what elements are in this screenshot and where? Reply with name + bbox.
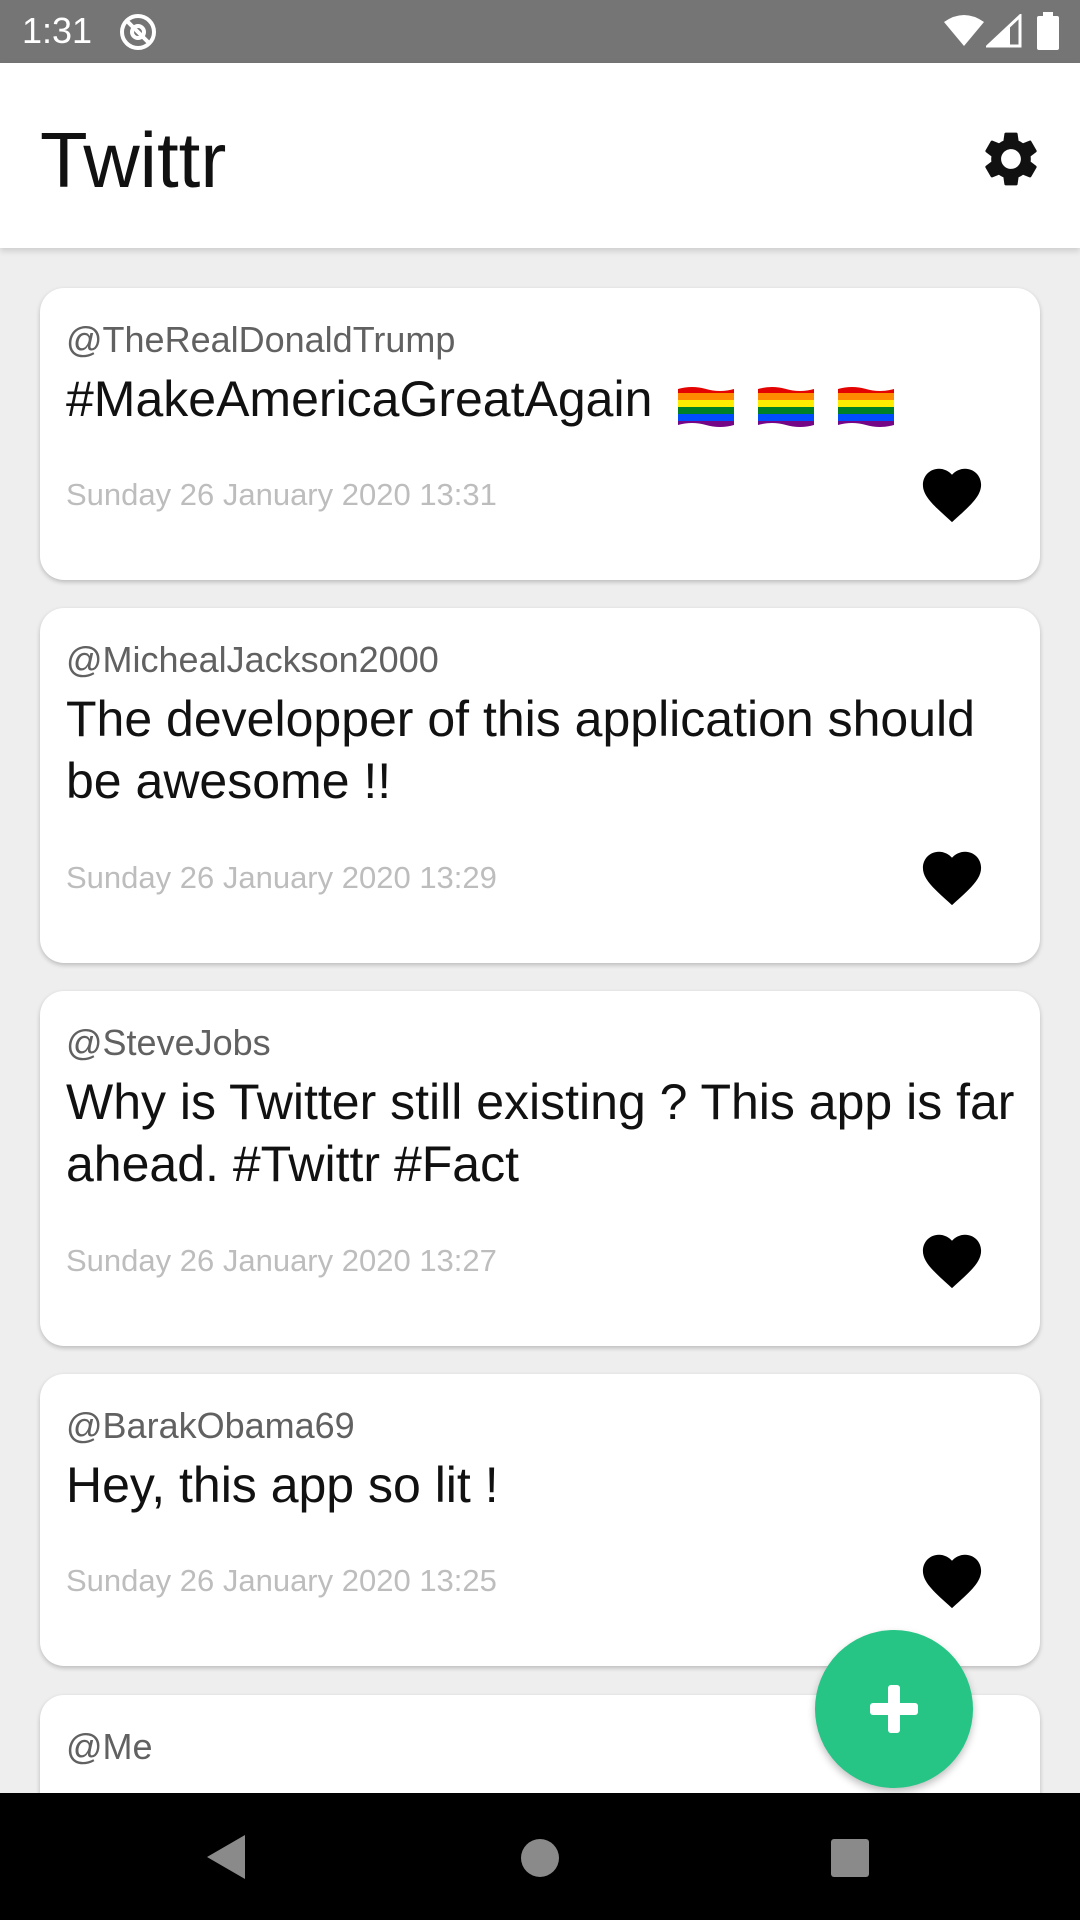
rainbow-flag-icon bbox=[836, 385, 896, 429]
compose-tweet-button[interactable] bbox=[815, 1630, 973, 1788]
tweet-handle: @SteveJobs bbox=[66, 1022, 271, 1063]
status-bar: 1:31 bbox=[0, 0, 1080, 63]
heart-icon[interactable] bbox=[916, 1226, 988, 1290]
app-title: Twittr bbox=[40, 116, 227, 204]
tweet-card[interactable]: @TheRealDonaldTrump #MakeAmericaGreatAga… bbox=[40, 288, 1040, 580]
rainbow-flag-icon bbox=[676, 385, 736, 429]
tweet-text-content: #MakeAmericaGreatAgain bbox=[66, 371, 653, 427]
tweet-handle: @TheRealDonaldTrump bbox=[66, 319, 456, 360]
tweet-text: #MakeAmericaGreatAgain bbox=[66, 368, 1016, 434]
tweet-timestamp: Sunday 26 January 2020 13:29 bbox=[66, 860, 497, 895]
plus-icon bbox=[870, 1685, 918, 1733]
app-bar: Twittr bbox=[0, 63, 1080, 248]
tweet-timestamp: Sunday 26 January 2020 13:27 bbox=[66, 1243, 497, 1278]
rainbow-flag-icon bbox=[756, 385, 816, 429]
tweet-feed[interactable]: @TheRealDonaldTrump #MakeAmericaGreatAga… bbox=[0, 248, 1080, 1793]
gear-icon[interactable] bbox=[978, 126, 1044, 192]
wifi-icon bbox=[944, 15, 984, 46]
home-icon[interactable] bbox=[520, 1838, 560, 1878]
status-time: 1:31 bbox=[22, 10, 93, 51]
back-icon[interactable] bbox=[205, 1833, 249, 1881]
heart-icon[interactable] bbox=[916, 1546, 988, 1610]
tweet-handle: @MichealJackson2000 bbox=[66, 639, 439, 680]
tweet-card[interactable]: @MichealJackson2000 The developper of th… bbox=[40, 608, 1040, 963]
tweet-handle: @BarakObama69 bbox=[66, 1405, 355, 1446]
navigation-bar bbox=[0, 1793, 1080, 1920]
heart-icon[interactable] bbox=[916, 843, 988, 907]
tweet-timestamp: Sunday 26 January 2020 13:31 bbox=[66, 477, 497, 512]
flag-emoji-group bbox=[676, 372, 902, 434]
tweet-text: Why is Twitter still existing ? This app… bbox=[66, 1074, 1015, 1192]
tweet-text: Hey, this app so lit ! bbox=[66, 1457, 499, 1513]
recents-icon[interactable] bbox=[830, 1838, 870, 1878]
heart-icon[interactable] bbox=[916, 460, 988, 524]
notification-icon bbox=[120, 14, 156, 50]
tweet-card[interactable]: @BarakObama69 Hey, this app so lit ! Sun… bbox=[40, 1374, 1040, 1666]
tweet-handle: @Me bbox=[66, 1726, 153, 1767]
tweet-card[interactable]: @SteveJobs Why is Twitter still existing… bbox=[40, 991, 1040, 1346]
tweet-timestamp: Sunday 26 January 2020 13:25 bbox=[66, 1563, 497, 1598]
battery-icon bbox=[1037, 12, 1059, 50]
tweet-text: The developper of this application shoul… bbox=[66, 691, 975, 809]
signal-icon bbox=[986, 14, 1022, 48]
